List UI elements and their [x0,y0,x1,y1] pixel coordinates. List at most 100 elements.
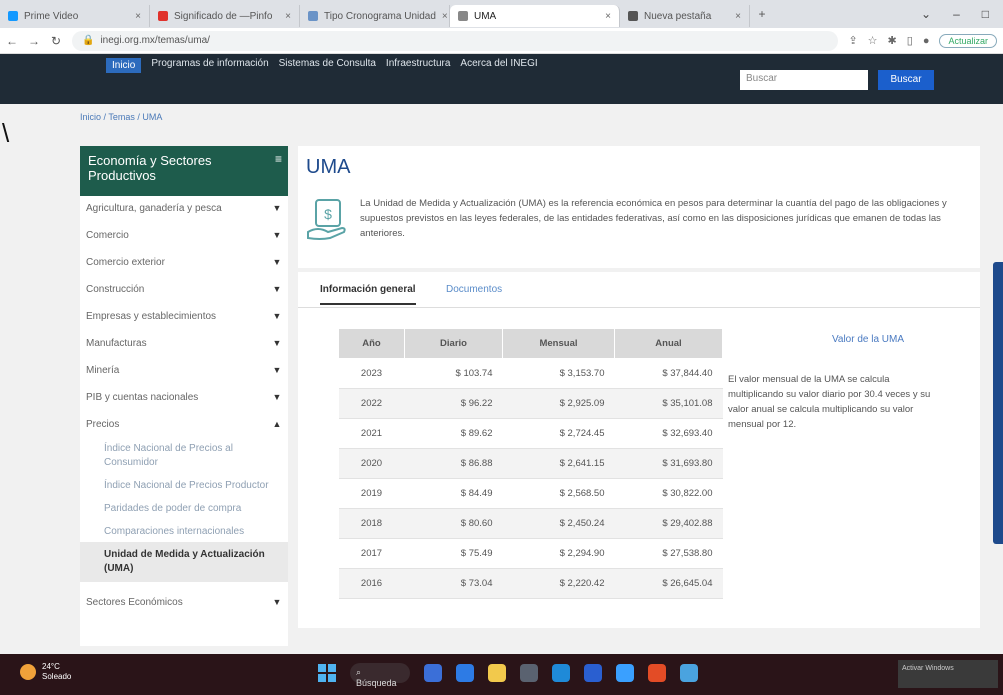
chat-icon[interactable] [456,664,474,682]
reload-icon[interactable]: ↻ [50,34,62,48]
sidebar-item[interactable]: Construcción ▼ [80,277,288,304]
sidebar-item[interactable]: Sectores Económicos ▼ [80,590,288,617]
browser-tab[interactable]: Prime Video × [0,5,150,27]
app-icon[interactable] [680,664,698,682]
taskbar-search[interactable]: ⌕ Búsqueda [350,663,410,688]
nav-link[interactable]: Sistemas de Consulta [279,58,376,73]
avatar[interactable]: ● [923,35,930,47]
sidebar-item[interactable]: Manufacturas ▼ [80,331,288,358]
table-cell: 2018 [338,508,405,539]
close-tab-icon[interactable]: × [605,11,611,22]
nav-link[interactable]: Inicio [106,58,142,73]
back-icon[interactable]: ← [6,34,18,48]
tab-documents[interactable]: Documentos [446,284,502,295]
close-tab-icon[interactable]: × [442,11,448,22]
sidebar-item[interactable]: PIB y cuentas nacionales ▼ [80,385,288,412]
menu-icon[interactable]: ≡ [275,152,282,167]
url-text: inegi.org.mx/temas/uma/ [100,35,210,46]
minimize-icon[interactable]: – [953,7,960,21]
sidebar-item[interactable]: Empresas y establecimientos ▼ [80,304,288,331]
sidebar-subitem-selected[interactable]: Unidad de Medida y Actualización (UMA) [80,542,288,582]
share-icon[interactable]: ⇪ [848,34,857,47]
tab-label: Tipo Cronograma Unidad [324,10,436,22]
sidebar-subitem[interactable]: Índice Nacional de Precios al Consumidor [80,439,288,473]
chrome-icon[interactable] [648,664,666,682]
edge-icon[interactable] [552,664,570,682]
star-icon[interactable]: ☆ [868,34,878,47]
page-title: UMA [306,156,351,178]
chevron-down-icon: ▼ [272,203,282,213]
sidebar-item-label: Comercio exterior [86,257,165,268]
site-search-input[interactable]: Buscar [740,70,868,90]
table-row: 2021 $ 89.62 $ 2,724.45 $ 32,693.40 [338,418,723,449]
url-bar[interactable]: 🔒 inegi.org.mx/temas/uma/ [72,30,839,51]
maximize-icon[interactable]: □ [982,7,989,21]
table-cell: $ 32,693.40 [614,418,723,449]
sidebar-item-label: Empresas y establecimientos [86,311,217,322]
chevron-down-icon: ▼ [272,284,282,294]
extensions-icon[interactable]: ✱ [888,34,897,47]
sidebar-item-precios[interactable]: Precios ▲ [80,412,288,439]
uma-value-note: El valor mensual de la UMA se calcula mu… [728,374,931,430]
close-tab-icon[interactable]: × [735,11,741,22]
uma-table: Año Diario Mensual Anual 2023 $ 103.74 $ 3… [338,328,723,599]
table-cell: $ 29,402.88 [614,508,723,539]
cursor-artifact: \ [2,118,10,148]
file-explorer-icon[interactable] [488,664,506,682]
update-button[interactable]: Actualizar [939,33,997,48]
chevron-down-icon: ▼ [272,392,282,402]
nav-link[interactable]: Acerca del INEGI [460,58,537,73]
money-hand-icon: $ [307,199,346,240]
browser-tab[interactable]: Significado de —Pinfo × [150,5,300,27]
nav-link[interactable]: Programas de información [151,58,268,73]
windows-start-icon[interactable] [318,664,336,682]
tab-label: Nueva pestaña [644,10,712,22]
table-row: 2016 $ 73.04 $ 2,220.42 $ 26,645.04 [338,568,723,599]
column-header: Mensual [502,328,615,359]
chevron-down-icon: ▼ [272,230,282,240]
sidebar-subitem[interactable]: Paridades de poder de compra [80,496,288,519]
sidebar-item[interactable]: Agricultura, ganadería y pesca ▼ [80,196,288,223]
task-view-icon[interactable] [424,664,442,682]
table-row: 2023 $ 103.74 $ 3,153.70 $ 37,844.40 [338,358,723,389]
browser-tab-active[interactable]: UMA × [450,5,620,27]
close-tab-icon[interactable]: × [135,11,141,22]
sidebar-icon[interactable]: ▯ [907,34,913,47]
table-cell: $ 35,101.08 [614,388,723,419]
sidebar-item[interactable]: Comercio ▼ [80,223,288,250]
sidebar-item[interactable]: Comercio exterior ▼ [80,250,288,277]
weather-desc: Soleado [42,672,72,681]
activate-windows-notice: Activar Windows [898,660,998,688]
store-icon[interactable] [584,664,602,682]
table-cell: $ 2,220.42 [502,568,615,599]
close-tab-icon[interactable]: × [285,11,291,22]
sidebar-item[interactable]: Minería ▼ [80,358,288,385]
table-cell: $ 89.62 [404,418,503,449]
table-cell: $ 30,822.00 [614,478,723,509]
tab-favicon-icon [158,11,168,21]
table-cell: $ 2,724.45 [502,418,615,449]
sidebar-item-label: Construcción [86,284,145,295]
new-tab-icon[interactable]: + [756,7,768,21]
app-icon[interactable] [616,664,634,682]
breadcrumb[interactable]: Inicio / Temas / UMA [80,112,162,122]
forward-icon[interactable]: → [28,34,40,48]
site-search-button[interactable]: Buscar [878,70,934,90]
chevron-down-icon: ▼ [272,257,282,267]
weather-widget[interactable]: 24°C Soleado [20,662,71,682]
table-cell: 2023 [338,358,405,389]
app-icon[interactable] [520,664,538,682]
floating-side-panel[interactable] [993,262,1003,544]
table-cell: $ 73.04 [404,568,503,599]
browser-tab-bar: Prime Video × Significado de —Pinfo × Ti… [0,0,1003,28]
browser-tab[interactable]: Tipo Cronograma Unidad × [300,5,450,27]
tab-general-info[interactable]: Información general [320,284,416,305]
site-header: Inicio Programas de información Sistemas… [0,54,1003,104]
sidebar-subitem[interactable]: Comparaciones internacionales [80,519,288,542]
sidebar-subitem[interactable]: Índice Nacional de Precios Productor [80,473,288,496]
table-row: 2018 $ 80.60 $ 2,450.24 $ 29,402.88 [338,508,723,539]
browser-tab[interactable]: Nueva pestaña × [620,5,750,27]
tab-search-icon[interactable]: ⌄ [921,7,931,21]
nav-link[interactable]: Infraestructura [386,58,450,73]
column-header: Anual [614,328,723,359]
